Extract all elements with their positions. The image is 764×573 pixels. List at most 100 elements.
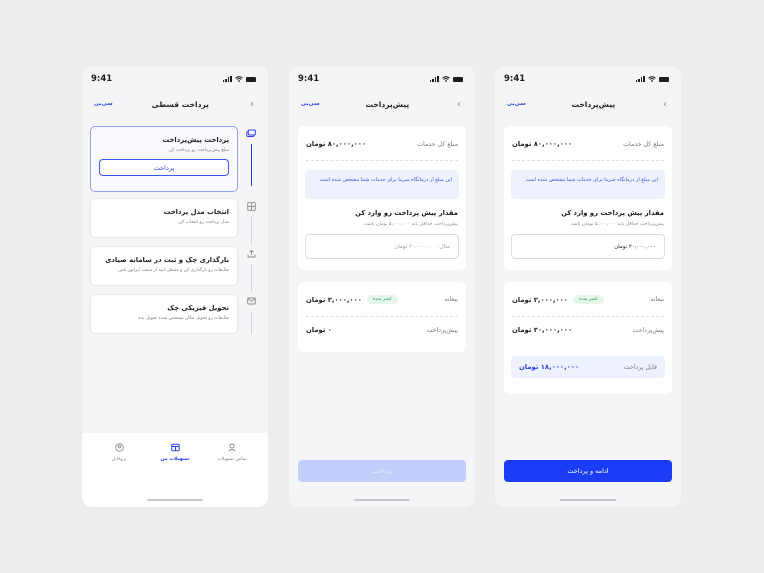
status-bar: 9:41 bbox=[504, 73, 669, 85]
back-chevron-icon[interactable]: ‹ bbox=[661, 99, 669, 110]
prepayment-filled-screen: 9:41 سی‌بی پیش‌پرداخت ‹ مبلغ کل خدمات ۸۰… bbox=[495, 66, 681, 507]
deposit-value: ۲,۰۰۰,۰۰۰ تومان bbox=[306, 295, 362, 304]
profile-icon bbox=[94, 443, 144, 453]
step-card-prepayment: پرداخت پیش‌پرداخت مبلغ پیش‌پرداخت رو پرد… bbox=[90, 126, 238, 192]
tab-label: تماس تسهیلات bbox=[217, 457, 247, 462]
continue-and-pay-button[interactable]: ادامه و پرداخت bbox=[504, 460, 672, 482]
deposit-label: بیعانه bbox=[650, 296, 664, 303]
wifi-icon bbox=[442, 76, 450, 82]
deposit-row: بیعانه کسر شده ۲,۰۰۰,۰۰۰ تومان bbox=[512, 295, 664, 304]
total-services-row: مبلغ کل خدمات ۸۰,۰۰۰,۰۰۰ تومان bbox=[512, 140, 664, 148]
page-title: پیش‌پرداخت bbox=[571, 99, 616, 109]
payable-label: قابل پرداخت bbox=[623, 363, 657, 371]
prepayment-row: پیش‌پرداخت ۲۰,۰۰۰,۰۰۰ تومان bbox=[512, 326, 664, 334]
back-chevron-icon[interactable]: ‹ bbox=[248, 99, 256, 110]
tab-contact-loans[interactable]: تماس تسهیلات bbox=[207, 443, 257, 462]
total-services-label: مبلغ کل خدمات bbox=[623, 140, 664, 148]
payable-value: ۱۸,۰۰۰,۰۰۰ تومان bbox=[519, 363, 580, 371]
step-description: چک‌هات رو بارگذاری کن و منتظر تایید از س… bbox=[116, 268, 229, 273]
wifi-icon bbox=[648, 76, 656, 82]
cellular-signal-icon bbox=[429, 76, 439, 82]
pay-button[interactable]: پرداخت bbox=[99, 159, 229, 176]
clinic-notice: این مبلغ از درمانگاه سرینا برای خدمات شم… bbox=[305, 170, 459, 199]
step-description: چک‌هات رو تحویل مکان مشخص شده تحویل بده. bbox=[137, 316, 229, 321]
step-title: تحویل فیزیکی چک bbox=[167, 304, 229, 312]
upload-icon bbox=[245, 249, 257, 261]
mail-icon bbox=[245, 297, 257, 309]
home-indicator bbox=[354, 499, 410, 501]
card-icon bbox=[245, 129, 257, 141]
step-description: مدل پرداخت رو انتخاب کن. bbox=[177, 220, 229, 225]
prepayment-row: پیش‌پرداخت ۰ تومان bbox=[306, 326, 458, 334]
payable-row: قابل پرداخت ۱۸,۰۰۰,۰۰۰ تومان bbox=[511, 356, 665, 378]
prepayment-hint: پیش‌پرداخت حداقل باید ۵,۰۰۰,۰۰۰ تومان با… bbox=[363, 222, 458, 227]
step-title: انتخاب مدل پرداخت bbox=[163, 208, 229, 216]
prepayment-value: ۲۰,۰۰۰,۰۰۰ تومان bbox=[512, 326, 573, 334]
deducted-badge: کسر شده bbox=[572, 295, 604, 304]
prepayment-input-card: مبلغ کل خدمات ۸۰,۰۰۰,۰۰۰ تومان این مبلغ … bbox=[298, 126, 466, 270]
home-indicator bbox=[560, 499, 616, 501]
prepayment-amount-input[interactable] bbox=[314, 243, 450, 250]
nav-header: سی‌بی پیش‌پرداخت ‹ bbox=[507, 96, 669, 112]
prepayment-empty-screen: 9:41 سی‌بی پیش‌پرداخت ‹ مبلغ کل خدمات ۸۰… bbox=[289, 66, 475, 507]
brand-logo: سی‌بی bbox=[301, 101, 320, 107]
total-services-value: ۸۰,۰۰۰,۰۰۰ تومان bbox=[512, 140, 573, 148]
total-services-value: ۸۰,۰۰۰,۰۰۰ تومان bbox=[306, 140, 367, 148]
prepayment-amount-field[interactable] bbox=[511, 234, 665, 259]
total-services-row: مبلغ کل خدمات ۸۰,۰۰۰,۰۰۰ تومان bbox=[306, 140, 458, 148]
deposit-row: بیعانه کسر شده ۲,۰۰۰,۰۰۰ تومان bbox=[306, 295, 458, 304]
status-bar: 9:41 bbox=[91, 73, 256, 85]
cellular-signal-icon bbox=[635, 76, 645, 82]
nav-header: سی‌بی پیش‌پرداخت ‹ bbox=[301, 96, 463, 112]
brand-logo: سی‌بی bbox=[94, 101, 113, 107]
battery-icon bbox=[659, 76, 669, 82]
step-card-upload-check[interactable]: بارگذاری چک و ثبت در سامانه صیادی چک‌هات… bbox=[90, 246, 238, 286]
step-card-deliver-check[interactable]: تحویل فیزیکی چک چک‌هات رو تحویل مکان مشخ… bbox=[90, 294, 238, 334]
step-title: پرداخت پیش‌پرداخت bbox=[162, 136, 229, 144]
step-title: بارگذاری چک و ثبت در سامانه صیادی bbox=[105, 256, 229, 264]
timeline-line bbox=[250, 264, 252, 292]
deposit-label: بیعانه bbox=[444, 296, 458, 303]
wallet-icon bbox=[150, 443, 200, 453]
nav-header: سی‌بی پرداخت قسطی ‹ bbox=[94, 96, 256, 112]
battery-icon bbox=[453, 76, 463, 82]
divider bbox=[512, 316, 664, 317]
wifi-icon bbox=[235, 76, 243, 82]
status-time: 9:41 bbox=[298, 74, 320, 84]
summary-card: بیعانه کسر شده ۲,۰۰۰,۰۰۰ تومان پیش‌پرداخ… bbox=[298, 282, 466, 352]
tab-profile[interactable]: پروفایل bbox=[94, 443, 144, 462]
prepayment-amount-input[interactable] bbox=[520, 243, 656, 250]
summary-card: بیعانه کسر شده ۲,۰۰۰,۰۰۰ تومان پیش‌پرداخ… bbox=[504, 282, 672, 394]
timeline-line bbox=[250, 217, 252, 245]
battery-icon bbox=[246, 76, 256, 82]
prepayment-label: پیش‌پرداخت bbox=[632, 326, 664, 334]
divider bbox=[306, 316, 458, 317]
status-time: 9:41 bbox=[91, 74, 113, 84]
deposit-value: ۲,۰۰۰,۰۰۰ تومان bbox=[512, 295, 568, 304]
cellular-signal-icon bbox=[222, 76, 232, 82]
grid-icon bbox=[245, 202, 257, 214]
installment-payment-screen: 9:41 سی‌بی پرداخت قسطی ‹ پرداخت پیش‌پردا… bbox=[82, 66, 268, 507]
prepayment-label: پیش‌پرداخت bbox=[426, 326, 458, 334]
timeline-line bbox=[250, 144, 252, 186]
home-indicator bbox=[147, 499, 203, 501]
step-description: مبلغ پیش‌پرداخت رو پرداخت کن. bbox=[167, 148, 229, 153]
step-card-payment-model[interactable]: انتخاب مدل پرداخت مدل پرداخت رو انتخاب ک… bbox=[90, 198, 238, 238]
prepayment-amount-field[interactable] bbox=[305, 234, 459, 259]
status-bar: 9:41 bbox=[298, 73, 463, 85]
prepayment-hint: پیش‌پرداخت حداقل باید ۵,۰۰۰,۰۰۰ تومان با… bbox=[569, 222, 664, 227]
tab-label: تسهیلات من bbox=[160, 457, 190, 462]
deducted-badge: کسر شده bbox=[366, 295, 398, 304]
prepayment-prompt: مقدار پیش پرداخت رو وارد کن bbox=[355, 209, 458, 217]
timeline-line bbox=[250, 312, 252, 334]
prepayment-value: ۰ تومان bbox=[306, 326, 332, 334]
page-title: پرداخت قسطی bbox=[151, 99, 209, 109]
prepayment-input-card: مبلغ کل خدمات ۸۰,۰۰۰,۰۰۰ تومان این مبلغ … bbox=[504, 126, 672, 270]
tab-my-loans[interactable]: تسهیلات من bbox=[150, 443, 200, 462]
back-chevron-icon[interactable]: ‹ bbox=[455, 99, 463, 110]
brand-logo: سی‌بی bbox=[507, 101, 526, 107]
total-services-label: مبلغ کل خدمات bbox=[417, 140, 458, 148]
tab-label: پروفایل bbox=[111, 457, 127, 462]
pay-button-disabled[interactable]: پرداخت bbox=[298, 460, 466, 482]
bottom-tab-bar: تماس تسهیلات تسهیلات من پروفایل bbox=[82, 433, 268, 507]
